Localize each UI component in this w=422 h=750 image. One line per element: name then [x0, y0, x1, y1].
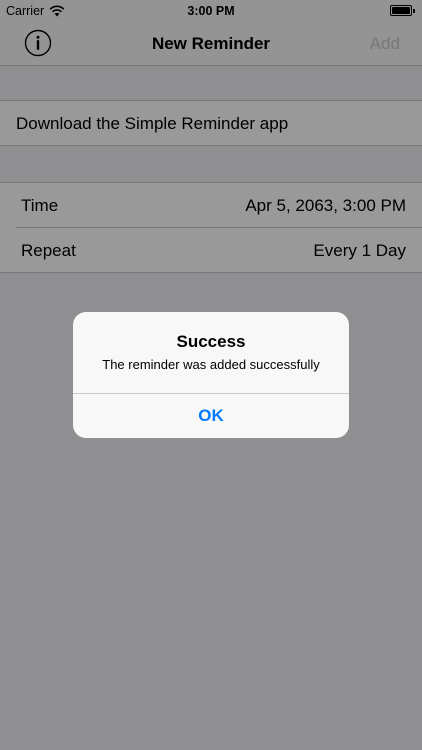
success-alert: Success The reminder was added successfu…: [73, 312, 349, 438]
alert-message: The reminder was added successfully: [102, 357, 320, 372]
alert-title: Success: [176, 332, 246, 351]
ok-button[interactable]: OK: [73, 394, 349, 438]
